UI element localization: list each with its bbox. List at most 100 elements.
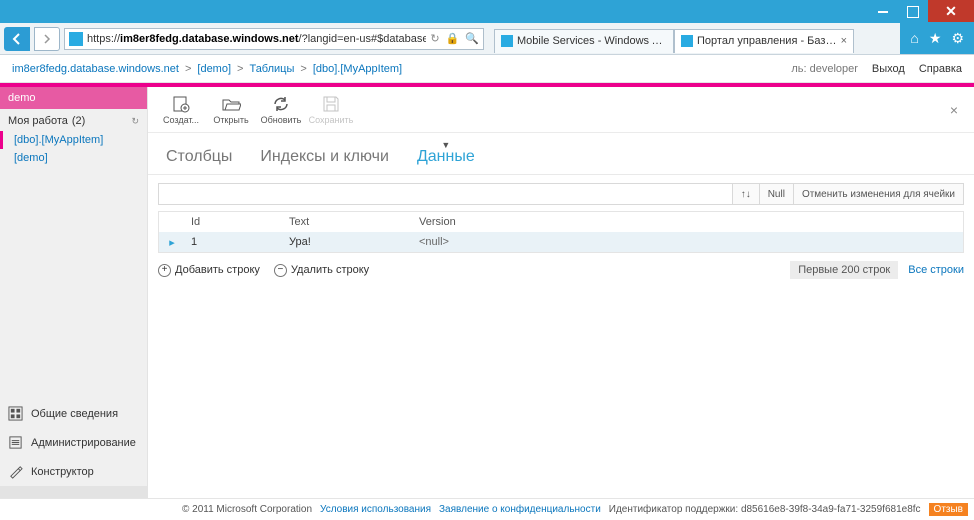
toolbar-new-button[interactable]: Создат...: [156, 95, 206, 125]
sidebar-group-count: (2): [72, 115, 85, 127]
lock-icon: 🔒: [446, 32, 460, 45]
window-titlebar: ✕: [0, 0, 974, 23]
address-bar[interactable]: https://im8er8fedg.database.windows.net/…: [64, 28, 484, 50]
folder-open-icon: [221, 95, 241, 113]
sidebar-group-mywork[interactable]: Моя работа (2) ↻: [0, 109, 147, 131]
window-minimize-button[interactable]: [868, 0, 898, 23]
delete-row-label: Удалить строку: [291, 264, 369, 276]
breadcrumb-table[interactable]: [dbo].[MyAppItem]: [313, 63, 402, 75]
delete-row-button[interactable]: − Удалить строку: [274, 264, 369, 277]
filter-bar: ↑↓ Null Отменить изменения для ячейки: [158, 183, 964, 205]
caret-down-icon: ▼: [441, 140, 450, 150]
sidebar-item-myappitem[interactable]: [dbo].[MyAppItem]: [0, 131, 147, 149]
page-tabs: Столбцы Индексы и ключи ▼ Данные: [148, 133, 974, 175]
feedback-button[interactable]: Отзыв: [929, 503, 968, 516]
url-scheme: https://: [87, 33, 120, 45]
toolbar-label: Создат...: [163, 115, 199, 125]
url-path: /?langid=en-us#$database=demo&entity=Tab…: [299, 33, 427, 45]
footer-copyright: © 2011 Microsoft Corporation: [182, 504, 312, 515]
tab-label: Данные: [417, 148, 475, 165]
row-actions: + Добавить строку − Удалить строку Первы…: [158, 261, 964, 279]
null-button[interactable]: Null: [759, 184, 793, 204]
grid-col-text[interactable]: Text: [283, 216, 413, 228]
breadcrumb-sep: >: [237, 63, 243, 75]
breadcrumb-root[interactable]: im8er8fedg.database.windows.net: [12, 63, 179, 75]
all-rows-link[interactable]: Все строки: [908, 264, 964, 276]
filter-input[interactable]: [159, 184, 732, 204]
sidebar-nav-admin[interactable]: Администрирование: [0, 428, 147, 457]
footer-support: Идентификатор поддержки: d85616e8-39f8-3…: [609, 504, 921, 515]
browser-chrome: https://im8er8fedg.database.windows.net/…: [0, 23, 974, 55]
footer-terms-link[interactable]: Условия использования: [320, 504, 431, 515]
refresh-icon: [271, 95, 291, 113]
toolbar-save-button: Сохранить: [306, 95, 356, 125]
window-maximize-button[interactable]: [898, 0, 928, 23]
sidebar-bottom-nav: Общие сведения Администрирование Констру…: [0, 399, 147, 498]
admin-icon: [8, 435, 23, 450]
first-200-rows-badge[interactable]: Первые 200 строк: [790, 261, 898, 279]
refresh-small-icon[interactable]: ↻: [131, 116, 139, 127]
toolbar-label: Открыть: [213, 115, 248, 125]
grid-data-row[interactable]: ▸ 1 Ура! <null>: [159, 232, 963, 252]
sidebar-resize-handle[interactable]: [0, 486, 147, 498]
browser-tab-2[interactable]: Портал управления - База д... ×: [674, 29, 854, 53]
site-favicon-icon: [69, 32, 83, 46]
sidebar-nav-overview[interactable]: Общие сведения: [0, 399, 147, 428]
browser-top-right: ⌂ ★ ⚙: [900, 22, 974, 54]
toolbar-refresh-button[interactable]: Обновить: [256, 95, 306, 125]
breadcrumb-sep: >: [300, 63, 306, 75]
tab-data[interactable]: ▼ Данные: [417, 148, 475, 174]
settings-gear-icon[interactable]: ⚙: [951, 30, 964, 47]
sidebar-nav-label: Конструктор: [31, 466, 94, 478]
cell-version[interactable]: <null>: [413, 236, 963, 248]
nav-forward-button[interactable]: [34, 27, 60, 51]
browser-tab-1[interactable]: Mobile Services - Windows Azure: [494, 29, 674, 53]
breadcrumb-sep: >: [185, 63, 191, 75]
toolbar-label: Сохранить: [309, 115, 354, 125]
add-row-button[interactable]: + Добавить строку: [158, 264, 260, 277]
sidebar-nav-label: Администрирование: [31, 437, 136, 449]
breadcrumb-tables[interactable]: Таблицы: [249, 63, 294, 75]
minus-icon: −: [274, 264, 287, 277]
main-area: Создат... Открыть Обновить Сохранить × С…: [148, 87, 974, 498]
header-actions: ль: developer Выход Справка: [791, 63, 962, 75]
cell-id[interactable]: 1: [185, 236, 283, 248]
grid-col-id[interactable]: Id: [185, 216, 283, 228]
sidebar-nav-label: Общие сведения: [31, 408, 118, 420]
search-icon[interactable]: 🔍: [465, 32, 479, 45]
toolbar-open-button[interactable]: Открыть: [206, 95, 256, 125]
stop-reload-icon[interactable]: ↻: [430, 32, 439, 45]
cell-text[interactable]: Ура!: [283, 236, 413, 248]
footer-privacy-link[interactable]: Заявление о конфиденциальности: [439, 504, 601, 515]
user-role: ль: developer: [791, 63, 858, 75]
toolbar-label: Обновить: [261, 115, 302, 125]
grid-col-version[interactable]: Version: [413, 216, 963, 228]
sort-button[interactable]: ↑↓: [732, 184, 759, 204]
home-icon[interactable]: ⌂: [910, 30, 918, 46]
sidebar-nav-designer[interactable]: Конструктор: [0, 457, 147, 486]
help-link[interactable]: Справка: [919, 63, 962, 75]
new-query-icon: [171, 95, 191, 113]
sidebar-item-demo[interactable]: [demo]: [0, 149, 147, 167]
logout-link[interactable]: Выход: [872, 63, 905, 75]
tab-close-icon[interactable]: ×: [841, 35, 847, 47]
browser-tabs: Mobile Services - Windows Azure Портал у…: [494, 25, 854, 53]
revert-cell-button[interactable]: Отменить изменения для ячейки: [793, 184, 963, 204]
breadcrumb-db[interactable]: [demo]: [197, 63, 231, 75]
save-icon: [321, 95, 341, 113]
sidebar: demo Моя работа (2) ↻ [dbo].[MyAppItem] …: [0, 87, 148, 498]
window-close-button[interactable]: ✕: [928, 0, 974, 23]
nav-back-button[interactable]: [4, 27, 30, 51]
sidebar-group-label: Моя работа: [8, 115, 68, 127]
sidebar-db-header[interactable]: demo: [0, 87, 147, 109]
page-body: demo Моя работа (2) ↻ [dbo].[MyAppItem] …: [0, 87, 974, 498]
row-selector-icon[interactable]: ▸: [159, 236, 185, 249]
data-grid: Id Text Version ▸ 1 Ура! <null>: [158, 211, 964, 253]
tab-favicon-icon: [681, 35, 693, 47]
favorites-icon[interactable]: ★: [929, 30, 942, 47]
tab-columns[interactable]: Столбцы: [166, 148, 232, 174]
url-text: https://im8er8fedg.database.windows.net/…: [87, 33, 426, 45]
tab-indexes-keys[interactable]: Индексы и ключи: [260, 148, 389, 174]
toolbar: Создат... Открыть Обновить Сохранить ×: [148, 87, 974, 133]
pane-close-button[interactable]: ×: [942, 102, 966, 118]
